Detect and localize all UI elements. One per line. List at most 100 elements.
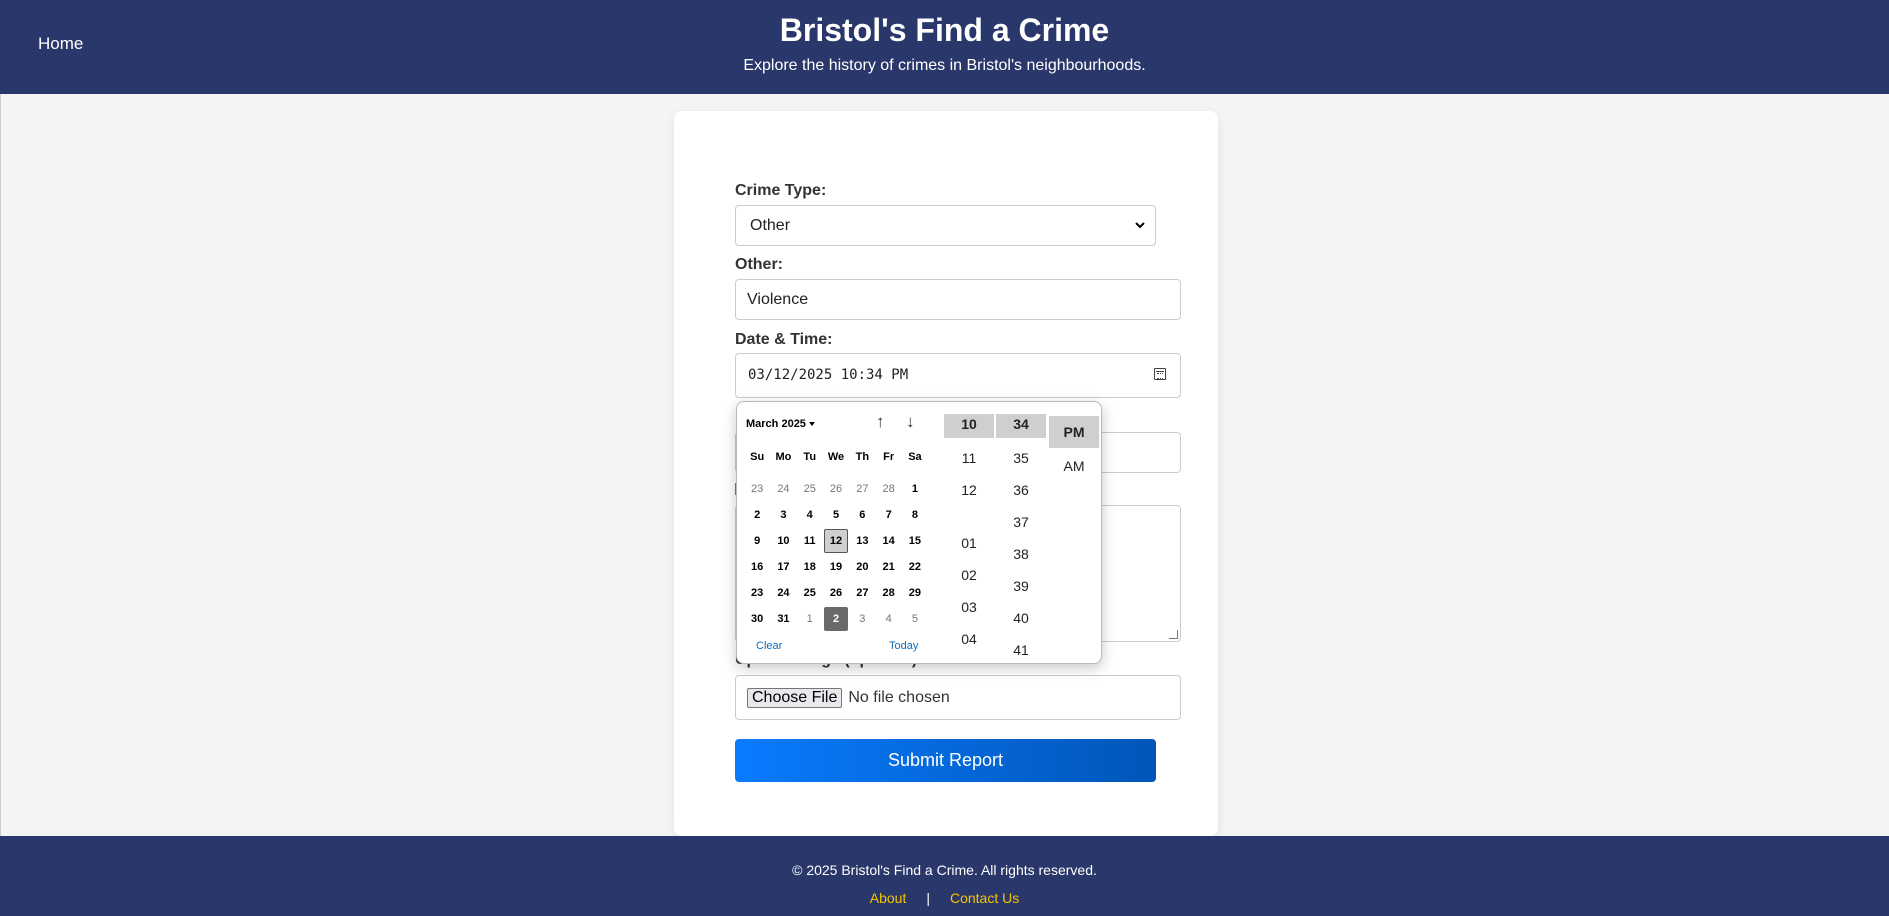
calendar-day[interactable]: 24 [770, 580, 796, 606]
calendar-day-number: 3 [780, 509, 787, 521]
calendar-day[interactable]: 23 [744, 580, 770, 606]
minutes-column[interactable]: 34 35 36 37 38 39 40 41 [996, 414, 1046, 663]
calendar-day[interactable]: 4 [797, 502, 823, 528]
calendar-day[interactable]: 14 [875, 528, 901, 554]
calendar-day[interactable]: 25 [797, 476, 823, 502]
calendar-day-number: 23 [751, 587, 764, 599]
calendar-day[interactable]: 2 [823, 606, 849, 632]
calendar-day[interactable]: 5 [823, 502, 849, 528]
contact-link[interactable]: Contact Us [950, 890, 1019, 906]
calendar-day[interactable]: 16 [744, 554, 770, 580]
ampm-option[interactable]: AM [1049, 450, 1099, 482]
calendar-day[interactable]: 22 [902, 554, 928, 580]
arrow-down-icon[interactable]: ↓ [906, 412, 915, 432]
calendar-day-number: 11 [803, 535, 816, 547]
calendar-day-number: 28 [882, 483, 895, 495]
calendar-day[interactable]: 29 [902, 580, 928, 606]
footer-links: About | Contact Us [0, 890, 1889, 906]
hour-option[interactable]: 12 [944, 478, 994, 510]
ampm-column[interactable]: PM AM [1049, 416, 1099, 482]
month-dropdown[interactable]: March 2025 [746, 418, 815, 430]
calendar-day-number: 31 [777, 613, 790, 625]
calendar-day-number: 22 [908, 561, 922, 573]
calendar-day[interactable]: 10 [770, 528, 796, 554]
arrow-up-icon[interactable]: ↑ [876, 412, 885, 432]
calendar-day[interactable]: 5 [902, 606, 928, 632]
crime-type-select[interactable]: Other [735, 205, 1156, 246]
minute-option[interactable]: 38 [996, 542, 1046, 574]
calendar-day-number: 2 [754, 509, 761, 521]
minute-option[interactable]: 37 [996, 510, 1046, 542]
calendar-day[interactable]: 15 [902, 528, 928, 554]
hour-option[interactable]: 02 [944, 563, 994, 595]
hour-option[interactable]: 03 [944, 595, 994, 627]
calendar-day[interactable]: 7 [875, 502, 901, 528]
calendar-day[interactable]: 2 [744, 502, 770, 528]
today-button[interactable]: Today [889, 640, 918, 652]
calendar-day[interactable]: 6 [849, 502, 875, 528]
hour-option[interactable]: 10 [944, 414, 994, 438]
hour-option[interactable]: 11 [944, 446, 994, 478]
calendar-day[interactable]: 20 [849, 554, 875, 580]
calendar-day[interactable]: 23 [744, 476, 770, 502]
hours-column[interactable]: 10 11 12 01 02 03 04 [944, 414, 994, 659]
calendar-day[interactable]: 24 [770, 476, 796, 502]
calendar-day[interactable]: 1 [797, 606, 823, 632]
calendar-day[interactable]: 30 [744, 606, 770, 632]
calendar-day[interactable]: 28 [875, 476, 901, 502]
calendar-day[interactable]: 26 [823, 476, 849, 502]
calendar-day-number: 1 [806, 613, 813, 625]
calendar-day[interactable]: 11 [797, 528, 823, 554]
clear-button[interactable]: Clear [756, 640, 782, 652]
minute-option[interactable]: 35 [996, 446, 1046, 478]
calendar-day[interactable]: 25 [797, 580, 823, 606]
hour-option[interactable]: 01 [944, 531, 994, 563]
hour-option[interactable]: 04 [944, 627, 994, 659]
calendar-day[interactable]: 19 [823, 554, 849, 580]
calendar-day[interactable]: 3 [849, 606, 875, 632]
calendar-day[interactable]: 12 [823, 528, 849, 554]
site-footer: © 2025 Bristol's Find a Crime. All right… [0, 836, 1889, 916]
calendar-day[interactable]: 4 [875, 606, 901, 632]
site-subtitle: Explore the history of crimes in Bristol… [743, 57, 1146, 74]
other-input[interactable]: Violence [735, 279, 1181, 320]
calendar-day-number: 2 [824, 607, 849, 631]
calendar-day-number: 25 [803, 587, 816, 599]
calendar-day-number: 27 [856, 483, 869, 495]
minute-option[interactable]: 39 [996, 574, 1046, 606]
choose-file-button[interactable]: Choose File [747, 687, 843, 708]
minute-option[interactable]: 41 [996, 638, 1046, 663]
about-link[interactable]: About [870, 890, 907, 906]
calendar-day[interactable]: 18 [797, 554, 823, 580]
resize-handle-icon[interactable] [1169, 630, 1178, 639]
calendar-day[interactable]: 1 [902, 476, 928, 502]
calendar-icon[interactable] [1154, 368, 1166, 380]
minute-option[interactable]: 34 [996, 414, 1046, 438]
minute-option[interactable]: 40 [996, 606, 1046, 638]
submit-report-button[interactable]: Submit Report [735, 739, 1156, 782]
calendar-day-number: 10 [777, 535, 790, 547]
calendar-day[interactable]: 27 [849, 476, 875, 502]
minute-option[interactable]: 36 [996, 478, 1046, 510]
calendar-day-number: 21 [882, 561, 895, 573]
page-edge [0, 94, 1, 836]
calendar-day[interactable]: 9 [744, 528, 770, 554]
calendar-day[interactable]: 3 [770, 502, 796, 528]
calendar-day-number: 12 [824, 529, 849, 553]
calendar-day[interactable]: 26 [823, 580, 849, 606]
calendar-day-number: 25 [803, 483, 816, 495]
calendar-day[interactable]: 27 [849, 580, 875, 606]
copyright-text: © 2025 Bristol's Find a Crime. All right… [792, 862, 1097, 878]
calendar-day[interactable]: 28 [875, 580, 901, 606]
calendar-day[interactable]: 17 [770, 554, 796, 580]
calendar-day[interactable]: 31 [770, 606, 796, 632]
calendar-day[interactable]: 13 [849, 528, 875, 554]
calendar-day-number: 4 [806, 509, 813, 521]
calendar-day[interactable]: 8 [902, 502, 928, 528]
month-label: March 2025 [746, 418, 806, 430]
file-upload-field[interactable]: Choose File No file chosen [735, 675, 1181, 720]
calendar-day[interactable]: 21 [875, 554, 901, 580]
ampm-option[interactable]: PM [1049, 416, 1099, 448]
calendar-day-number: 13 [856, 535, 869, 547]
datetime-input[interactable]: 03/12/2025 10:34 PM [735, 353, 1181, 398]
